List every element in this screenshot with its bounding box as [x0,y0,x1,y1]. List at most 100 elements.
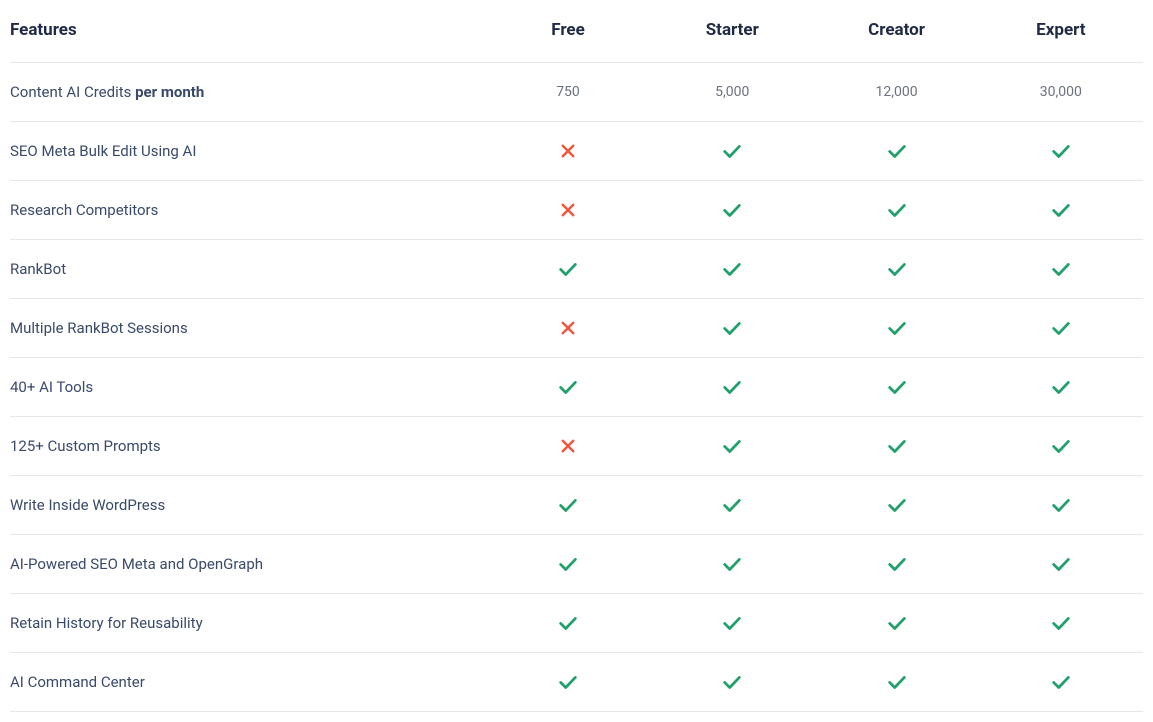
plan-cell [979,240,1143,299]
cross-icon [559,142,577,160]
plan-cell [814,122,978,181]
features-header: Features [10,10,486,63]
plan-cell [650,594,814,653]
plan-cell [979,358,1143,417]
check-icon [721,494,743,516]
plan-cell [486,535,650,594]
check-icon [1050,553,1072,575]
plan-cell [979,476,1143,535]
check-icon [721,140,743,162]
table-row: Write Inside WordPress [10,476,1143,535]
check-icon [1050,140,1072,162]
feature-label-text: RankBot [10,260,66,278]
plan-cell-value: 5,000 [715,84,749,100]
table-row: Retain History for Reusability [10,594,1143,653]
plan-cell [486,358,650,417]
table-row: Content AI Credits per month 750 5,000 12,0… [10,63,1143,122]
plan-cell [814,358,978,417]
check-icon [886,494,908,516]
feature-label: Retain History for Reusability [10,594,486,653]
plan-cell [486,653,650,712]
plan-cell [486,594,650,653]
feature-label-text: Content AI Credits [10,83,135,101]
plan-cell [486,417,650,476]
feature-label: AI Command Center [10,653,486,712]
plan-cell-value: 750 [556,84,580,100]
plan-cell [650,240,814,299]
plan-cell [979,535,1143,594]
feature-label: 125+ Custom Prompts [10,417,486,476]
feature-label: Write Inside WordPress [10,476,486,535]
check-icon [1050,494,1072,516]
plan-cell [814,299,978,358]
plan-cell [814,181,978,240]
check-icon [886,435,908,457]
plan-cell: 12,000 [814,63,978,122]
plan-cell [486,122,650,181]
feature-label-text: Research Competitors [10,201,158,219]
table-row: 40+ AI Tools [10,358,1143,417]
check-icon [1050,671,1072,693]
cross-icon [559,201,577,219]
plan-cell-value: 30,000 [1040,84,1082,100]
check-icon [557,376,579,398]
check-icon [721,199,743,221]
plan-cell [650,653,814,712]
plan-cell: 5,000 [650,63,814,122]
plan-cell [486,181,650,240]
plan-cell: 750 [486,63,650,122]
check-icon [1050,258,1072,280]
check-icon [886,671,908,693]
plan-cell [650,535,814,594]
check-icon [886,376,908,398]
feature-label: 40+ AI Tools [10,358,486,417]
feature-label: RankBot [10,240,486,299]
check-icon [557,612,579,634]
check-icon [721,553,743,575]
table-row: 125+ Custom Prompts [10,417,1143,476]
check-icon [721,671,743,693]
plan-cell [814,535,978,594]
feature-label: Content AI Credits per month [10,63,486,122]
plan-header-starter: Starter [650,10,814,63]
feature-label-bold: per month [135,83,204,101]
plan-cell [814,653,978,712]
check-icon [1050,435,1072,457]
feature-label: SEO Meta Bulk Edit Using AI [10,122,486,181]
plan-cell [979,417,1143,476]
check-icon [721,435,743,457]
cross-icon [559,437,577,455]
plan-cell-value: 12,000 [876,84,918,100]
plan-cell [814,476,978,535]
table-row: AI Command Center [10,653,1143,712]
check-icon [886,553,908,575]
table-header-row: Features Free Starter Creator Expert [10,10,1143,63]
check-icon [886,199,908,221]
check-icon [557,258,579,280]
table-row: AI-Powered SEO Meta and OpenGraph [10,535,1143,594]
feature-label-text: 40+ AI Tools [10,378,93,396]
check-icon [721,612,743,634]
feature-label: AI-Powered SEO Meta and OpenGraph [10,535,486,594]
plan-cell: 30,000 [979,63,1143,122]
plan-cell [979,122,1143,181]
plan-cell [486,240,650,299]
plan-cell [486,299,650,358]
plan-cell [979,653,1143,712]
cross-icon [559,319,577,337]
check-icon [886,612,908,634]
plan-cell [650,476,814,535]
table-row: Research Competitors [10,181,1143,240]
check-icon [1050,376,1072,398]
plan-cell [814,594,978,653]
check-icon [1050,199,1072,221]
plan-cell [979,594,1143,653]
plan-cell [650,299,814,358]
check-icon [721,258,743,280]
check-icon [1050,317,1072,339]
pricing-feature-table: Features Free Starter Creator Expert Con… [10,10,1143,712]
plan-cell [650,417,814,476]
plan-header-expert: Expert [979,10,1143,63]
check-icon [557,671,579,693]
plan-cell [814,417,978,476]
